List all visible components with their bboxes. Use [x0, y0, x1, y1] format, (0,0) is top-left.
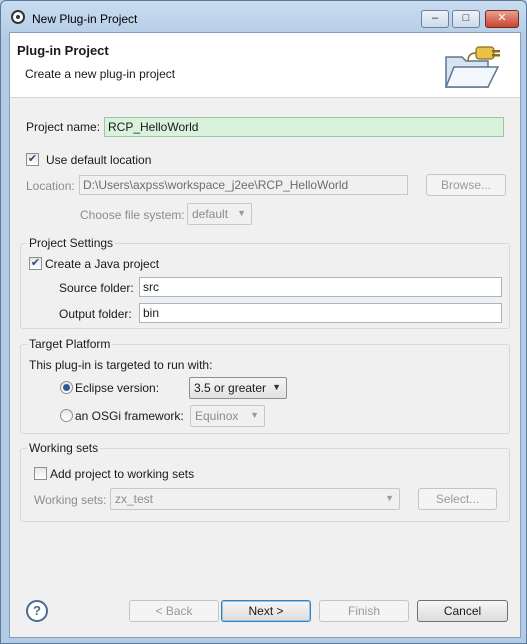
project-name-input[interactable]: RCP_HelloWorld: [104, 117, 504, 137]
title-bar[interactable]: New Plug-in Project – □ ✕: [1, 1, 526, 33]
minimize-button[interactable]: –: [421, 10, 449, 28]
osgi-framework-select[interactable]: Equinox ▼: [190, 405, 265, 427]
working-sets-label: Working sets:: [34, 493, 107, 507]
close-button[interactable]: ✕: [485, 10, 519, 28]
cancel-button[interactable]: Cancel: [417, 600, 508, 622]
working-sets-select[interactable]: zx_test ▼: [110, 488, 400, 510]
window-title: New Plug-in Project: [32, 12, 138, 26]
next-button[interactable]: Next >: [221, 600, 311, 622]
finish-button[interactable]: Finish: [319, 600, 409, 622]
chevron-down-icon: ▼: [250, 410, 259, 420]
eclipse-version-value: 3.5 or greater: [194, 381, 267, 395]
maximize-button[interactable]: □: [452, 10, 480, 28]
location-label: Location:: [26, 179, 75, 193]
browse-button[interactable]: Browse...: [426, 174, 506, 196]
page-title: Plug-in Project: [17, 43, 109, 58]
chevron-down-icon: ▼: [385, 493, 394, 503]
add-to-working-sets-checkbox[interactable]: [34, 467, 47, 480]
file-system-label: Choose file system:: [80, 208, 185, 222]
chevron-down-icon: ▼: [237, 208, 246, 218]
back-button[interactable]: < Back: [129, 600, 219, 622]
plugin-folder-icon: [444, 46, 500, 88]
dialog-content: Plug-in Project Create a new plug-in pro…: [9, 32, 521, 638]
chevron-down-icon: ▼: [272, 382, 281, 392]
help-icon[interactable]: ?: [26, 600, 48, 622]
source-folder-label: Source folder:: [59, 281, 134, 295]
location-input[interactable]: D:\Users\axpss\workspace_j2ee\RCP_HelloW…: [79, 175, 408, 195]
project-settings-title: Project Settings: [27, 236, 116, 250]
target-intro-text: This plug-in is targeted to run with:: [29, 358, 213, 372]
working-sets-group: [20, 448, 510, 522]
use-default-location-label: Use default location: [46, 153, 152, 167]
file-system-select[interactable]: default ▼: [187, 203, 252, 225]
eclipse-version-radio[interactable]: [60, 381, 73, 394]
working-sets-title: Working sets: [27, 441, 101, 455]
add-to-working-sets-label: Add project to working sets: [50, 467, 195, 481]
target-platform-title: Target Platform: [27, 337, 113, 351]
use-default-location-checkbox[interactable]: ✔: [26, 153, 39, 166]
working-sets-value: zx_test: [115, 492, 154, 506]
page-description: Create a new plug-in project: [25, 67, 176, 81]
source-folder-input[interactable]: src: [139, 277, 502, 297]
eclipse-version-select[interactable]: 3.5 or greater ▼: [189, 377, 287, 399]
create-java-project-label: Create a Java project: [45, 257, 160, 271]
project-name-label: Project name:: [26, 120, 101, 134]
osgi-framework-label: an OSGi framework:: [75, 409, 184, 423]
eclipse-version-label: Eclipse version:: [75, 381, 160, 395]
create-java-project-checkbox[interactable]: ✔: [29, 257, 42, 270]
select-working-sets-button[interactable]: Select...: [418, 488, 497, 510]
wizard-banner: Plug-in Project Create a new plug-in pro…: [10, 33, 520, 98]
eclipse-icon: [11, 10, 25, 24]
osgi-framework-radio[interactable]: [60, 409, 73, 422]
dialog-window: New Plug-in Project – □ ✕ Plug-in Projec…: [0, 0, 527, 644]
file-system-value: default: [192, 207, 229, 221]
output-folder-input[interactable]: bin: [139, 303, 502, 323]
osgi-framework-value: Equinox: [195, 409, 239, 423]
output-folder-label: Output folder:: [59, 307, 132, 321]
